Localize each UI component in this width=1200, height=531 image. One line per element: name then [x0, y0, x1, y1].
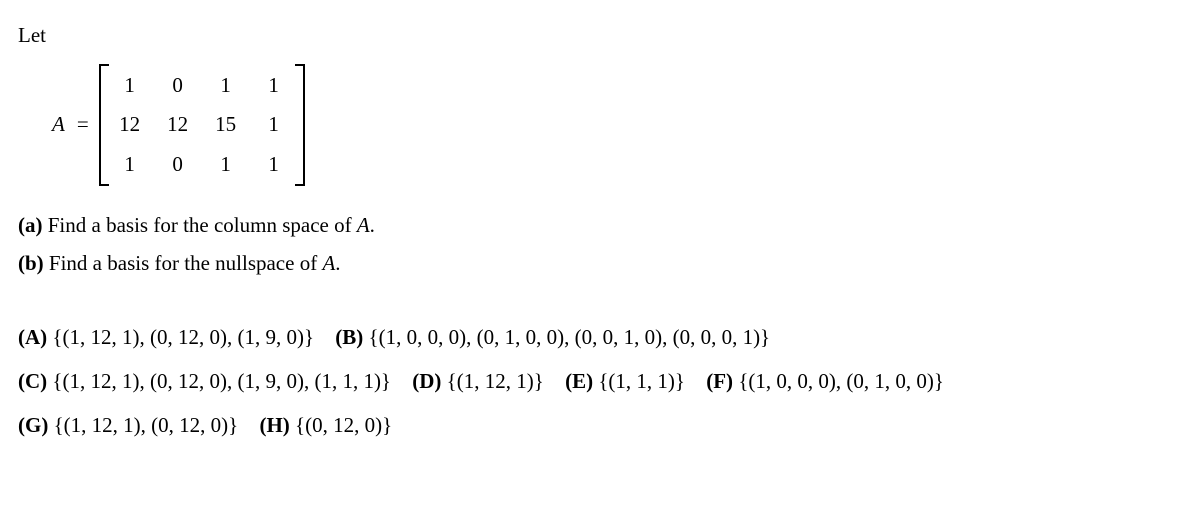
matrix-cell: 0 — [167, 70, 189, 102]
part-a-var: A — [357, 213, 370, 237]
matrix-definition: A = 1 0 1 1 12 12 15 1 1 0 1 1 — [52, 64, 1182, 187]
choice-d-text: {(1, 12, 1)} — [447, 369, 544, 393]
choice-g-text: {(1, 12, 1), (0, 12, 0)} — [54, 413, 239, 437]
choice-e-text: {(1, 1, 1)} — [598, 369, 685, 393]
matrix-grid: 1 0 1 1 12 12 15 1 1 0 1 1 — [109, 64, 295, 187]
left-bracket-icon — [99, 64, 109, 187]
choice-c-label: (C) — [18, 369, 47, 393]
part-a: (a) Find a basis for the column space of… — [18, 210, 1182, 242]
matrix-cell: 1 — [119, 149, 141, 181]
choice-b: (B) {(1, 0, 0, 0), (0, 1, 0, 0), (0, 0, … — [335, 325, 770, 349]
part-b-after: . — [335, 251, 340, 275]
choice-a-text: {(1, 12, 1), (0, 12, 0), (1, 9, 0)} — [52, 325, 314, 349]
answer-choices: (A) {(1, 12, 1), (0, 12, 0), (1, 9, 0)} … — [18, 315, 1182, 447]
matrix-bracket: 1 0 1 1 12 12 15 1 1 0 1 1 — [99, 64, 305, 187]
intro-text: Let — [18, 20, 1182, 52]
matrix-cell: 1 — [263, 109, 285, 141]
part-b: (b) Find a basis for the nullspace of A. — [18, 248, 1182, 280]
right-bracket-icon — [295, 64, 305, 187]
part-b-label: (b) — [18, 251, 44, 275]
part-a-label: (a) — [18, 213, 43, 237]
choice-f-label: (F) — [706, 369, 733, 393]
matrix-cell: 1 — [215, 70, 237, 102]
matrix-cell: 1 — [263, 149, 285, 181]
choice-g-label: (G) — [18, 413, 48, 437]
choice-d: (D) {(1, 12, 1)} — [412, 369, 544, 393]
part-a-after: . — [370, 213, 375, 237]
question-parts: (a) Find a basis for the column space of… — [18, 210, 1182, 279]
matrix-cell: 0 — [167, 149, 189, 181]
choice-f: (F) {(1, 0, 0, 0), (0, 1, 0, 0)} — [706, 369, 944, 393]
part-b-text: Find a basis for the nullspace of — [49, 251, 323, 275]
choice-h-label: (H) — [259, 413, 289, 437]
matrix-cell: 1 — [263, 70, 285, 102]
matrix-cell: 12 — [167, 109, 189, 141]
choice-b-text: {(1, 0, 0, 0), (0, 1, 0, 0), (0, 0, 1, 0… — [369, 325, 771, 349]
choice-h-text: {(0, 12, 0)} — [295, 413, 392, 437]
matrix-label: A — [52, 109, 65, 141]
choice-d-label: (D) — [412, 369, 441, 393]
choice-g: (G) {(1, 12, 1), (0, 12, 0)} — [18, 413, 238, 437]
part-b-var: A — [322, 251, 335, 275]
choice-h: (H) {(0, 12, 0)} — [259, 413, 392, 437]
matrix-cell: 1 — [215, 149, 237, 181]
part-a-text: Find a basis for the column space of — [48, 213, 357, 237]
choice-f-text: {(1, 0, 0, 0), (0, 1, 0, 0)} — [738, 369, 944, 393]
choice-b-label: (B) — [335, 325, 363, 349]
matrix-cell: 1 — [119, 70, 141, 102]
choice-c-text: {(1, 12, 1), (0, 12, 0), (1, 9, 0), (1, … — [52, 369, 391, 393]
choice-a-label: (A) — [18, 325, 47, 349]
matrix-cell: 12 — [119, 109, 141, 141]
choice-e-label: (E) — [565, 369, 593, 393]
equals-sign: = — [77, 109, 89, 141]
choice-e: (E) {(1, 1, 1)} — [565, 369, 685, 393]
matrix-cell: 15 — [215, 109, 237, 141]
choice-c: (C) {(1, 12, 1), (0, 12, 0), (1, 9, 0), … — [18, 369, 391, 393]
choice-a: (A) {(1, 12, 1), (0, 12, 0), (1, 9, 0)} — [18, 325, 314, 349]
